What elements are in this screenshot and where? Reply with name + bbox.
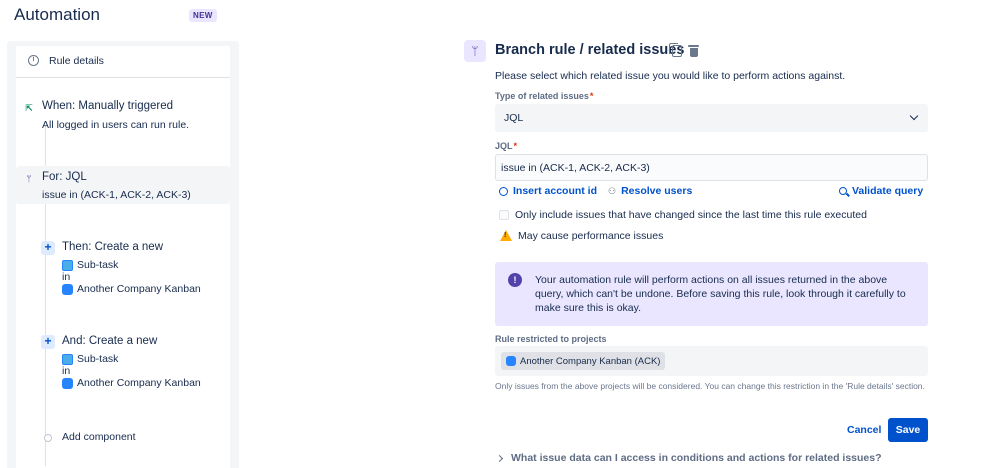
- restricted-projects-box: Another Company Kanban (ACK): [495, 346, 928, 376]
- project-icon: [62, 377, 73, 389]
- branch-icon: ᛘ: [26, 174, 32, 184]
- action-title: Then: Create a new: [62, 241, 164, 253]
- warning-icon: !: [500, 230, 512, 241]
- action-issue-type: Sub-task: [62, 353, 118, 365]
- insert-account-id-link[interactable]: Insert account id: [499, 185, 597, 197]
- resolve-users-link[interactable]: ⚇ Resolve users: [608, 185, 692, 197]
- restricted-projects-label: Rule restricted to projects: [495, 334, 607, 344]
- warning-text: May cause performance issues: [518, 230, 664, 242]
- circle-icon: [44, 434, 52, 442]
- copy-icon[interactable]: [669, 43, 682, 57]
- rule-panel-inner: i Rule details ⇱ When: Manually triggere…: [16, 46, 230, 468]
- action-title: And: Create a new: [62, 335, 158, 347]
- project-icon: [506, 356, 516, 366]
- new-badge: NEW: [189, 9, 217, 22]
- validate-query-link[interactable]: Validate query: [839, 185, 923, 197]
- search-icon: [839, 187, 847, 195]
- plus-icon: +: [41, 335, 55, 349]
- subtask-icon: [62, 259, 73, 271]
- cancel-button[interactable]: Cancel: [839, 418, 889, 442]
- action-issue-type: Sub-task: [62, 259, 118, 271]
- action-project: Another Company Kanban: [62, 283, 201, 295]
- cursor-click-icon: ⇱: [25, 103, 33, 113]
- rule-panel: i Rule details ⇱ When: Manually triggere…: [7, 41, 239, 468]
- chevron-right-icon: [495, 454, 504, 462]
- action-node-and[interactable]: + And: Create a new Sub-task in Another …: [16, 330, 230, 400]
- add-component-label: Add component: [62, 431, 136, 443]
- faq-expander[interactable]: What issue data can I access in conditio…: [495, 452, 882, 464]
- info-icon: i: [28, 55, 39, 66]
- users-icon: ⚇: [608, 185, 617, 196]
- action-in-label: in: [62, 271, 71, 283]
- chevron-down-icon: [909, 111, 919, 121]
- config-title: Branch rule / related issues: [495, 42, 685, 58]
- related-issue-type-select[interactable]: JQL: [495, 104, 928, 132]
- config-description: Please select which related issue you wo…: [495, 70, 846, 82]
- jql-input[interactable]: [495, 154, 928, 181]
- action-node-then[interactable]: + Then: Create a new Sub-task in Another…: [16, 236, 230, 306]
- trigger-subtitle: All logged in users can run rule.: [42, 119, 190, 131]
- restriction-help-text: Only issues from the above projects will…: [495, 381, 925, 391]
- note-text: Your automation rule will perform action…: [535, 274, 906, 314]
- info-note: ! Your automation rule will perform acti…: [495, 262, 928, 326]
- changed-issues-checkbox[interactable]: [499, 210, 509, 220]
- app-title: Automation: [14, 5, 100, 24]
- subtask-icon: [62, 353, 73, 365]
- type-field-label: Type of related issues*: [495, 91, 594, 101]
- action-in-label: in: [62, 365, 71, 377]
- branch-title: For: JQL: [42, 171, 87, 183]
- plus-icon: +: [41, 241, 55, 255]
- jql-field-label: JQL*: [495, 141, 518, 151]
- project-tag: Another Company Kanban (ACK): [501, 352, 666, 370]
- branch-icon: ᛘ: [464, 40, 486, 62]
- trigger-node[interactable]: ⇱ When: Manually triggered All logged in…: [16, 98, 230, 136]
- exclamation-icon: !: [508, 273, 522, 287]
- trigger-title: When: Manually triggered: [42, 100, 174, 112]
- project-icon: [62, 283, 73, 295]
- select-value: JQL: [504, 112, 524, 124]
- person-icon: [499, 186, 508, 196]
- rule-details-item[interactable]: i Rule details: [16, 46, 230, 78]
- rule-details-label: Rule details: [49, 55, 104, 67]
- save-button[interactable]: Save: [888, 418, 928, 442]
- trash-icon[interactable]: [688, 44, 699, 57]
- checkbox-label: Only include issues that have changed si…: [515, 209, 867, 221]
- add-component-button[interactable]: Add component: [44, 430, 224, 446]
- branch-node[interactable]: ᛘ For: JQL issue in (ACK-1, ACK-2, ACK-3…: [16, 166, 230, 204]
- action-project: Another Company Kanban: [62, 377, 201, 389]
- branch-subtitle: issue in (ACK-1, ACK-2, ACK-3): [42, 189, 191, 201]
